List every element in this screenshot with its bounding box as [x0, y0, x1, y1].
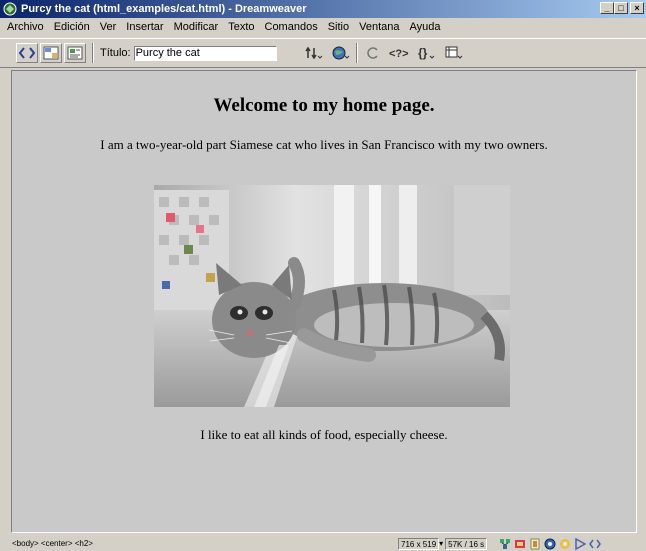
food-paragraph: I like to eat all kinds of food, especia…: [200, 427, 448, 442]
html-styles-icon[interactable]: [529, 538, 541, 550]
behaviors-icon[interactable]: [544, 538, 556, 550]
maximize-button[interactable]: □: [614, 2, 628, 14]
page-heading: Welcome to my home page.: [213, 95, 435, 116]
menu-edicion[interactable]: Edición: [49, 21, 95, 33]
code-inspector-icon[interactable]: [589, 538, 602, 550]
svg-text:{}: {}: [418, 46, 428, 60]
menu-archivo[interactable]: Archivo: [2, 21, 49, 33]
download-time-box: 57K / 16 s: [445, 537, 488, 550]
page-title-input[interactable]: [133, 45, 277, 61]
view-options-icon[interactable]: [445, 46, 463, 60]
intro-paragraph: I am a two-year-old part Siamese cat who…: [100, 137, 548, 152]
toolbar-separator-2: [355, 43, 358, 63]
menu-sitio[interactable]: Sitio: [323, 21, 354, 33]
menu-bar: Archivo Edición Ver Insertar Modificar T…: [0, 19, 646, 35]
menu-modificar[interactable]: Modificar: [169, 21, 224, 33]
chevron-down-icon[interactable]: ▾: [439, 539, 443, 548]
menu-insertar[interactable]: Insertar: [121, 21, 168, 33]
svg-text:<?>: <?>: [389, 48, 409, 60]
minimize-button[interactable]: _: [600, 2, 614, 14]
split-view-button[interactable]: [40, 43, 62, 63]
refresh-icon[interactable]: [366, 46, 380, 60]
window-title: Purcy the cat (html_examples/cat.html) -…: [21, 3, 307, 15]
title-label: Título:: [100, 47, 131, 59]
design-view-icon: [67, 46, 83, 60]
toolbar-separator: [92, 43, 94, 63]
code-navigation-icon[interactable]: {}: [418, 46, 436, 60]
history-icon[interactable]: [559, 538, 571, 550]
menu-texto[interactable]: Texto: [223, 21, 259, 33]
menu-ventana[interactable]: Ventana: [354, 21, 404, 33]
title-bar[interactable]: Purcy the cat (html_examples/cat.html) -…: [0, 0, 646, 18]
cat-photo[interactable]: [154, 185, 510, 407]
split-view-icon: [43, 46, 59, 60]
file-management-icon[interactable]: [304, 46, 323, 60]
code-view-button[interactable]: [16, 43, 38, 63]
tag-selector[interactable]: <body> <center> <h2>: [12, 539, 93, 548]
document-window[interactable]: Welcome to my home page. I am a two-year…: [11, 70, 637, 533]
preview-browser-icon[interactable]: [332, 46, 350, 60]
status-right: 716 x 519 ▾ 57K / 16 s: [398, 536, 602, 551]
design-view-button[interactable]: [64, 43, 86, 63]
site-icon[interactable]: [499, 538, 511, 550]
assets-icon[interactable]: [514, 538, 526, 550]
window-size-box[interactable]: 716 x 519: [398, 537, 440, 550]
document-toolbar: Título: <?> {}: [0, 38, 646, 68]
reference-icon[interactable]: <?>: [389, 46, 409, 60]
dreamweaver-icon: [3, 2, 17, 16]
timelines-icon[interactable]: [574, 537, 587, 550]
close-button[interactable]: ×: [630, 2, 644, 14]
status-bar: <body> <center> <h2> 716 x 519 ▾ 57K / 1…: [0, 536, 646, 551]
code-view-icon: [19, 47, 35, 59]
menu-comandos[interactable]: Comandos: [260, 21, 323, 33]
window-controls: _ □ ×: [600, 2, 644, 14]
menu-ver[interactable]: Ver: [95, 21, 122, 33]
menu-ayuda[interactable]: Ayuda: [404, 21, 445, 33]
